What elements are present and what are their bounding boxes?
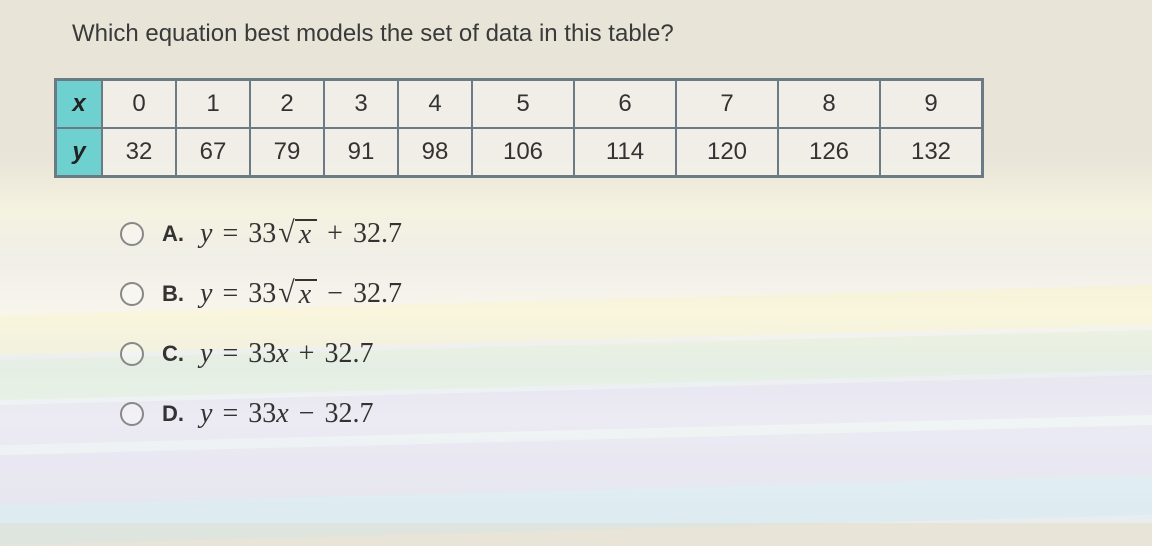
option-letter: B.: [162, 281, 200, 307]
radio-icon[interactable]: [120, 282, 144, 306]
cell: 67: [176, 128, 250, 176]
cell: 7: [676, 80, 778, 128]
cell: 3: [324, 80, 398, 128]
cell: 9: [880, 80, 982, 128]
question-text: Which equation best models the set of da…: [72, 20, 674, 48]
answer-options: A. y = 33 √x + 32.7 B. y = 33 √x − 32.7 …: [120, 218, 402, 458]
option-d[interactable]: D. y = 33x − 32.7: [120, 398, 402, 430]
option-letter: D.: [162, 401, 200, 427]
option-a[interactable]: A. y = 33 √x + 32.7: [120, 218, 402, 250]
data-table: x 0 1 2 3 4 5 6 7 8 9 y 32 67 79 91 98 1…: [54, 78, 984, 178]
cell: 4: [398, 80, 472, 128]
option-b[interactable]: B. y = 33 √x − 32.7: [120, 278, 402, 310]
cell: 132: [880, 128, 982, 176]
cell: 2: [250, 80, 324, 128]
table-row-y: y 32 67 79 91 98 106 114 120 126 132: [56, 128, 982, 176]
radio-icon[interactable]: [120, 222, 144, 246]
cell: 114: [574, 128, 676, 176]
col-header-y: y: [56, 128, 102, 176]
cell: 8: [778, 80, 880, 128]
option-letter: A.: [162, 221, 200, 247]
cell: 32: [102, 128, 176, 176]
radio-icon[interactable]: [120, 402, 144, 426]
cell: 6: [574, 80, 676, 128]
cell: 5: [472, 80, 574, 128]
cell: 120: [676, 128, 778, 176]
cell: 106: [472, 128, 574, 176]
cell: 1: [176, 80, 250, 128]
cell: 126: [778, 128, 880, 176]
option-letter: C.: [162, 341, 200, 367]
cell: 79: [250, 128, 324, 176]
equation: y = 33x + 32.7: [200, 338, 373, 370]
sqrt-icon: √x: [278, 279, 317, 309]
sqrt-icon: √x: [278, 219, 317, 249]
table-row-x: x 0 1 2 3 4 5 6 7 8 9: [56, 80, 982, 128]
equation: y = 33 √x − 32.7: [200, 278, 402, 310]
cell: 91: [324, 128, 398, 176]
option-c[interactable]: C. y = 33x + 32.7: [120, 338, 402, 370]
equation: y = 33x − 32.7: [200, 398, 373, 430]
equation: y = 33 √x + 32.7: [200, 218, 402, 250]
radio-icon[interactable]: [120, 342, 144, 366]
cell: 0: [102, 80, 176, 128]
cell: 98: [398, 128, 472, 176]
col-header-x: x: [56, 80, 102, 128]
